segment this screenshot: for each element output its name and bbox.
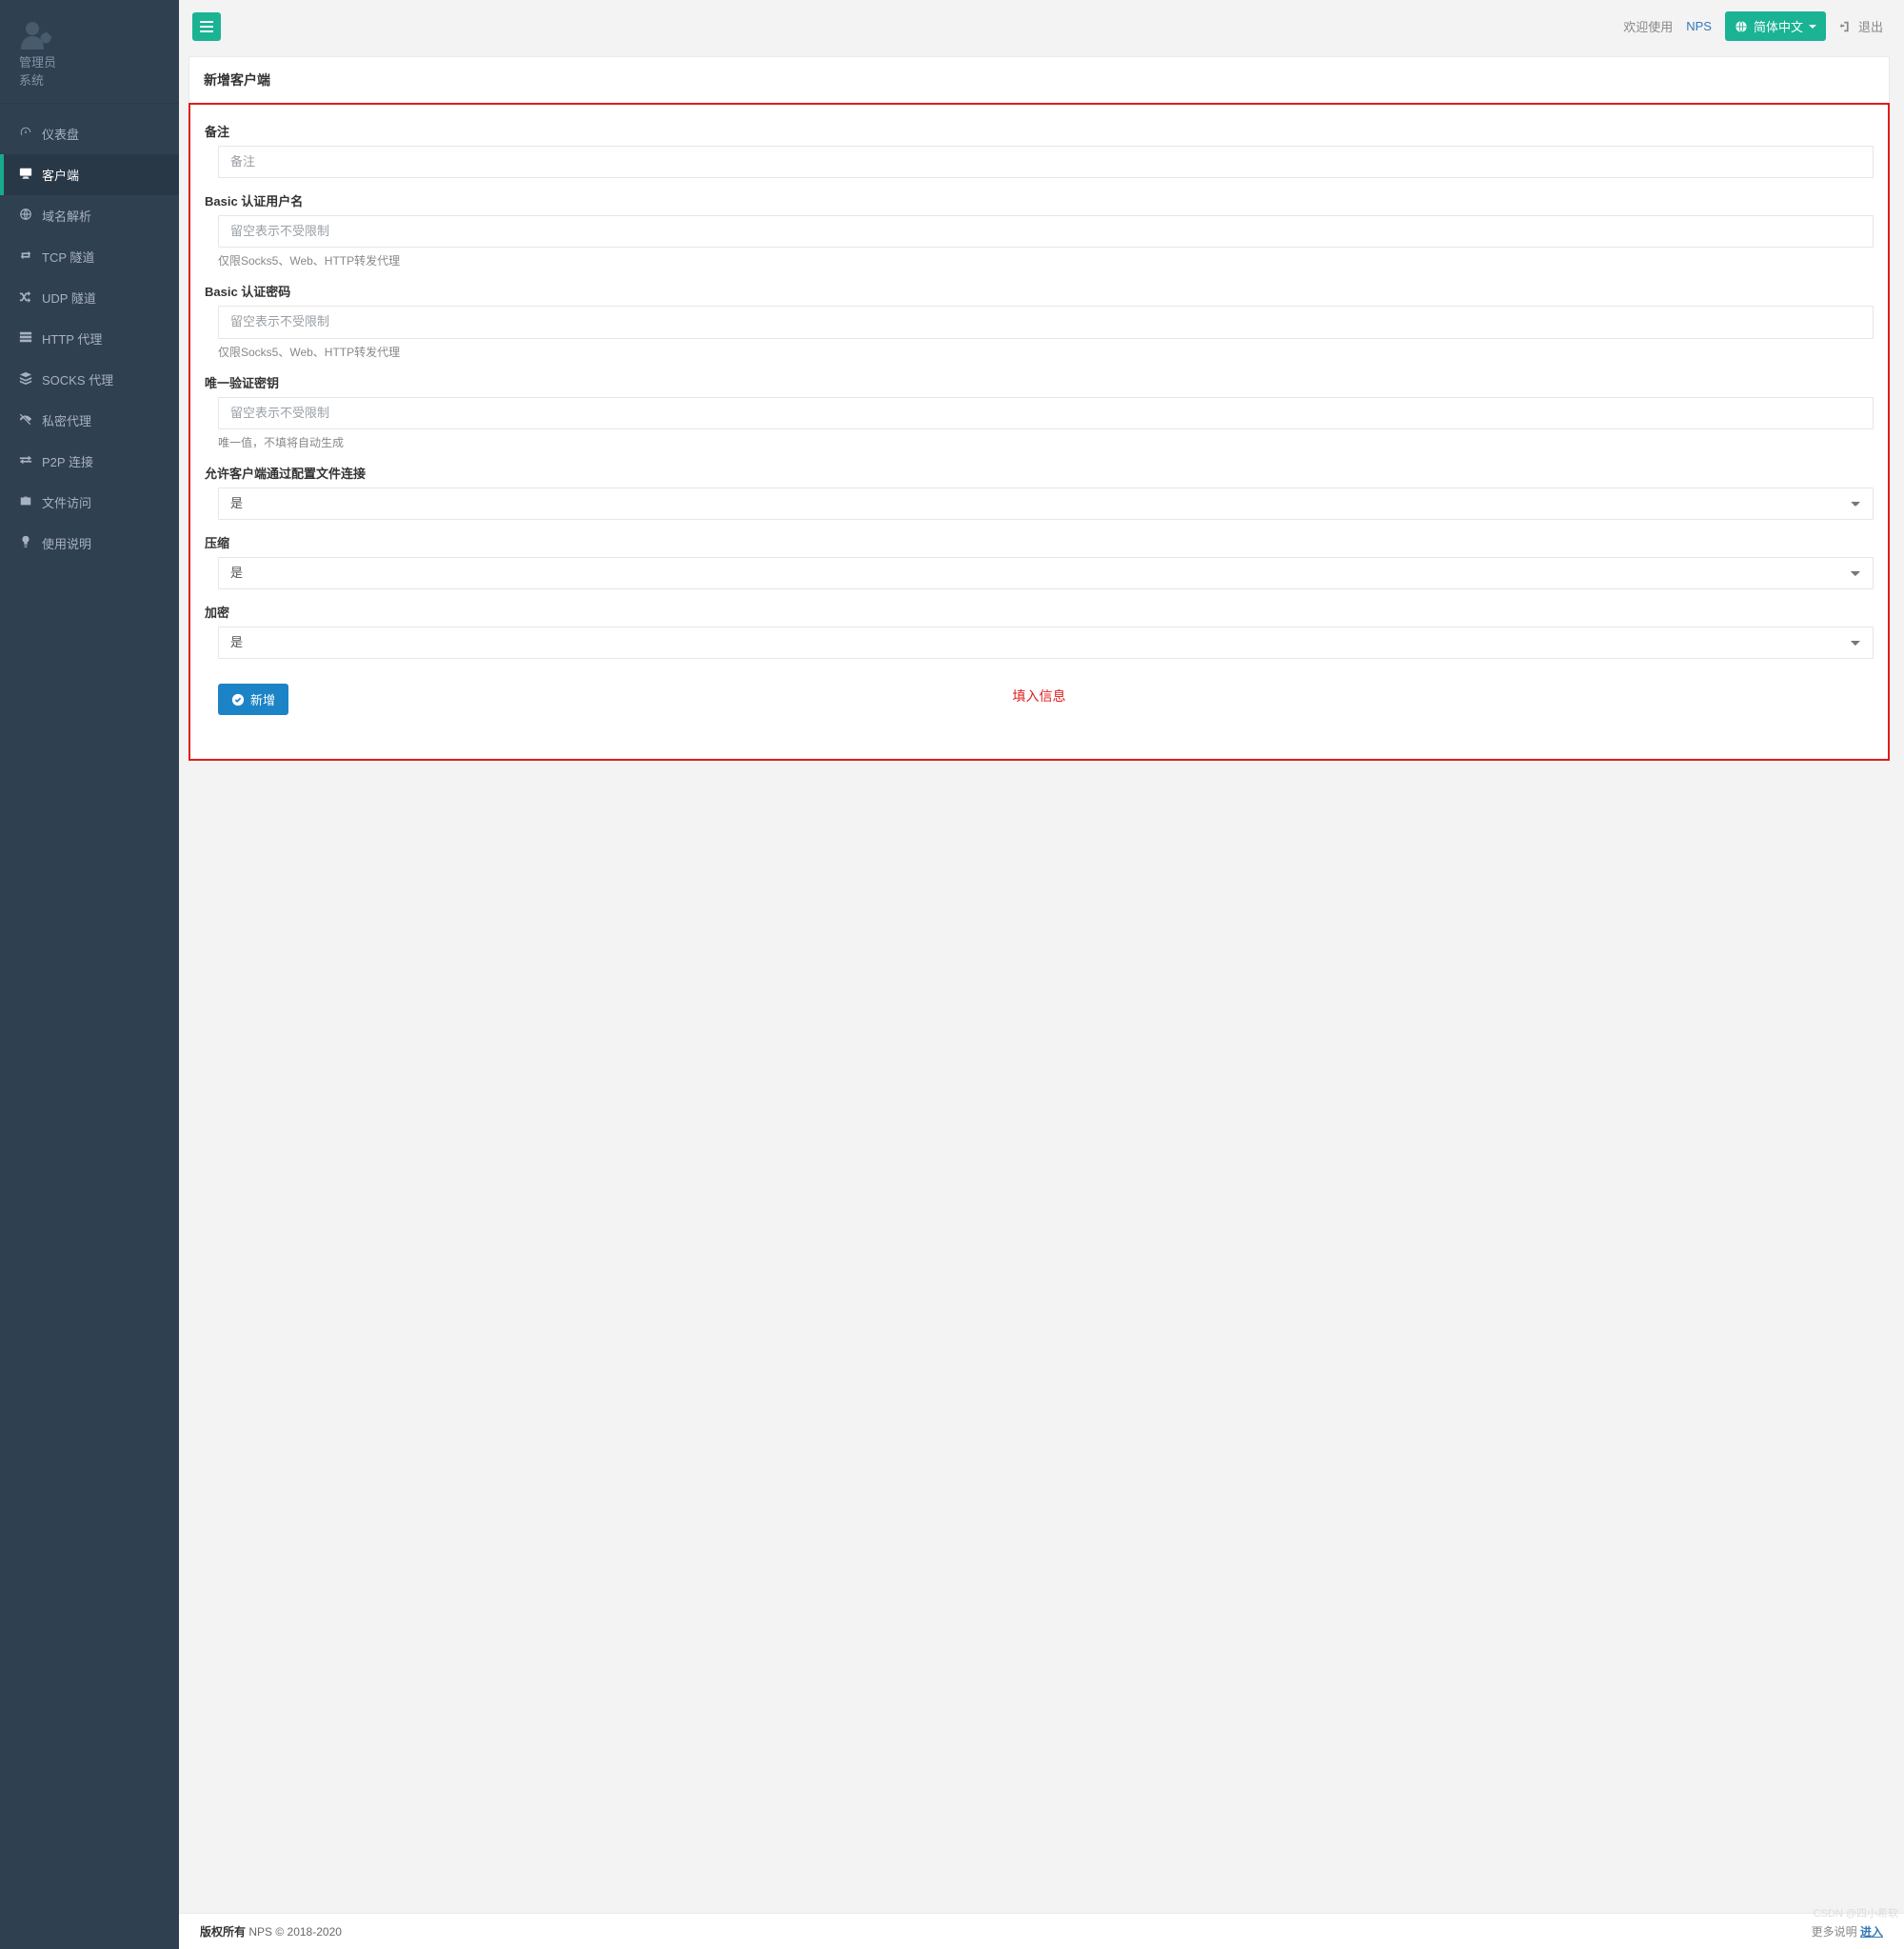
sidebar-item-udp[interactable]: UDP 隧道 xyxy=(0,277,179,318)
basic-pass-input[interactable] xyxy=(218,306,1874,338)
basic-user-label: Basic 认证用户名 xyxy=(205,191,1874,209)
server-icon xyxy=(19,330,32,347)
language-button[interactable]: 简体中文 xyxy=(1725,11,1826,41)
menu-toggle-button[interactable] xyxy=(192,12,221,41)
sidebar-nav: 仪表盘 客户端 域名解析 TCP 隧道 UDP 隧道 HTTP 代理 xyxy=(0,104,179,564)
footer-copyright-rest: NPS © 2018-2020 xyxy=(246,1925,342,1939)
config-conn-label: 允许客户端通过配置文件连接 xyxy=(205,464,1874,482)
crypt-select[interactable]: 是 xyxy=(218,626,1874,659)
basic-pass-label: Basic 认证密码 xyxy=(205,282,1874,300)
remark-label: 备注 xyxy=(205,122,1874,140)
topbar: 欢迎使用 NPS 简体中文 退出 xyxy=(179,0,1904,52)
sidebar-item-label: 使用说明 xyxy=(42,534,91,552)
lightbulb-icon xyxy=(19,535,32,551)
user-role: 管理员 xyxy=(19,55,160,71)
sidebar-item-dashboard[interactable]: 仪表盘 xyxy=(0,113,179,154)
check-circle-icon xyxy=(231,693,245,706)
sidebar-item-help[interactable]: 使用说明 xyxy=(0,523,179,564)
sidebar: 管理员 系统 仪表盘 客户端 域名解析 TCP 隧道 UDP xyxy=(0,0,179,1949)
chevron-down-icon xyxy=(1809,25,1816,29)
user-system: 系统 xyxy=(19,73,160,89)
welcome-text: 欢迎使用 xyxy=(1623,17,1673,35)
sidebar-item-domain[interactable]: 域名解析 xyxy=(0,195,179,236)
compress-select[interactable]: 是 xyxy=(218,557,1874,589)
sidebar-item-label: 客户端 xyxy=(42,166,79,184)
verify-key-help: 唯一值，不填将自动生成 xyxy=(218,434,1874,450)
form-panel: 新增客户端 备注 Basic 认证用户名 仅限Socks5、Web、HTTP转发… xyxy=(188,56,1890,761)
sidebar-item-label: SOCKS 代理 xyxy=(42,370,113,388)
sidebar-item-label: UDP 隧道 xyxy=(42,288,96,307)
layers-icon xyxy=(19,371,32,388)
sidebar-item-secret[interactable]: 私密代理 xyxy=(0,400,179,441)
logout-label: 退出 xyxy=(1858,17,1883,35)
eye-slash-icon xyxy=(19,412,32,428)
footer: 版权所有 NPS © 2018-2020 更多说明 进入 xyxy=(179,1913,1904,1949)
submit-label: 新增 xyxy=(250,690,275,708)
sidebar-item-http[interactable]: HTTP 代理 xyxy=(0,318,179,359)
sidebar-item-label: HTTP 代理 xyxy=(42,329,102,348)
sidebar-item-socks[interactable]: SOCKS 代理 xyxy=(0,359,179,400)
sidebar-item-label: TCP 隧道 xyxy=(42,248,94,266)
exchange-icon xyxy=(19,453,32,469)
submit-button[interactable]: 新增 xyxy=(218,684,288,715)
remark-input[interactable] xyxy=(218,146,1874,178)
sidebar-item-client[interactable]: 客户端 xyxy=(0,154,179,195)
retweet-icon xyxy=(19,249,32,265)
sidebar-item-label: 私密代理 xyxy=(42,411,91,429)
footer-more: 更多说明 xyxy=(1812,1925,1860,1939)
sidebar-item-label: 文件访问 xyxy=(42,493,91,511)
footer-copyright-bold: 版权所有 xyxy=(200,1925,246,1939)
sidebar-profile: 管理员 系统 xyxy=(0,0,179,103)
sidebar-item-tcp[interactable]: TCP 隧道 xyxy=(0,236,179,277)
sidebar-item-label: 仪表盘 xyxy=(42,125,79,143)
sidebar-item-p2p[interactable]: P2P 连接 xyxy=(0,441,179,482)
avatar xyxy=(19,21,53,50)
footer-link[interactable]: 进入 xyxy=(1860,1925,1883,1939)
config-conn-select[interactable]: 是 xyxy=(218,487,1874,520)
random-icon xyxy=(19,289,32,306)
brand-link[interactable]: NPS xyxy=(1686,19,1712,33)
globe-icon xyxy=(19,208,32,224)
logout-link[interactable]: 退出 xyxy=(1839,17,1883,35)
verify-key-input[interactable] xyxy=(218,397,1874,429)
monitor-icon xyxy=(19,167,32,183)
verify-key-label: 唯一验证密钥 xyxy=(205,373,1874,391)
sidebar-item-file[interactable]: 文件访问 xyxy=(0,482,179,523)
crypt-label: 加密 xyxy=(205,603,1874,621)
sidebar-item-label: 域名解析 xyxy=(42,207,91,225)
globe-icon xyxy=(1735,20,1748,33)
basic-user-help: 仅限Socks5、Web、HTTP转发代理 xyxy=(218,252,1874,268)
briefcase-icon xyxy=(19,494,32,510)
panel-title: 新增客户端 xyxy=(189,57,1889,104)
compress-label: 压缩 xyxy=(205,533,1874,551)
language-label: 简体中文 xyxy=(1754,17,1803,35)
sidebar-item-label: P2P 连接 xyxy=(42,452,93,470)
basic-pass-help: 仅限Socks5、Web、HTTP转发代理 xyxy=(218,344,1874,360)
dashboard-icon xyxy=(19,126,32,142)
logout-icon xyxy=(1839,20,1853,33)
basic-user-input[interactable] xyxy=(218,215,1874,248)
